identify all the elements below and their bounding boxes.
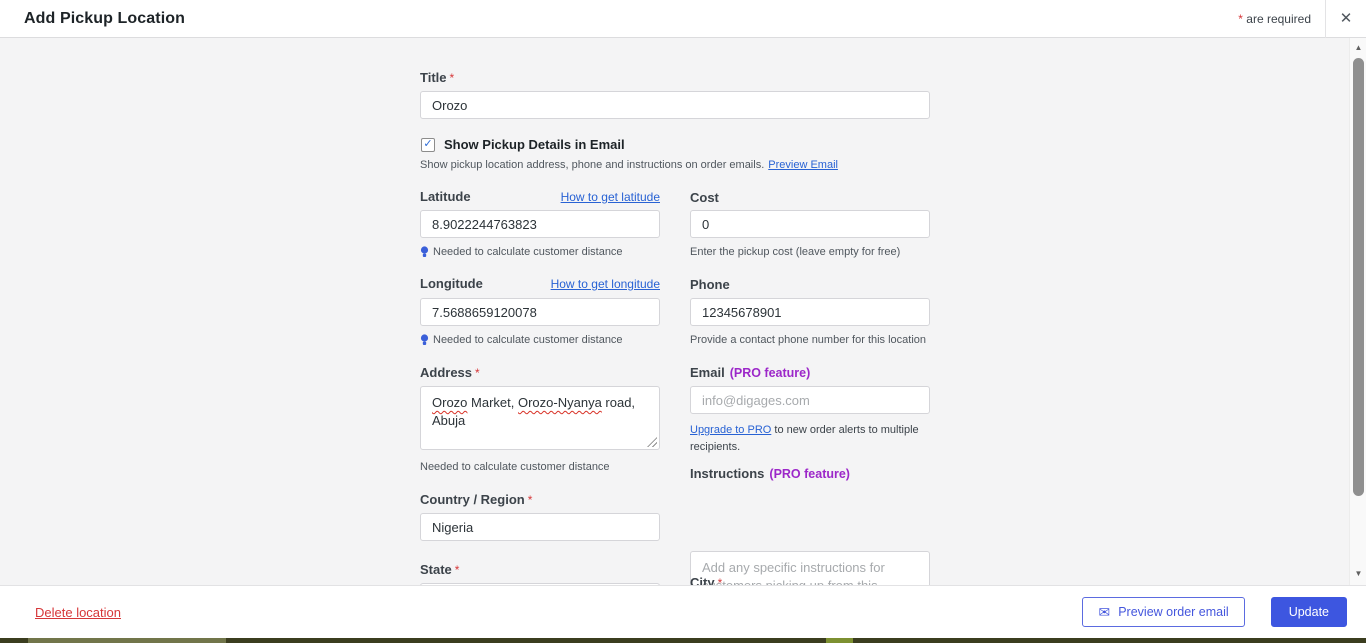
country-input[interactable] [420, 513, 660, 541]
preview-email-link[interactable]: Preview Email [768, 159, 838, 171]
show-details-checkbox[interactable]: ✓ [421, 137, 435, 152]
close-icon[interactable]: ✕ [1326, 0, 1366, 37]
resize-handle-icon[interactable] [647, 437, 657, 447]
cost-helper: Enter the pickup cost (leave empty for f… [690, 246, 901, 258]
country-label: Country / Region * [420, 492, 533, 507]
address-label: Address * [420, 365, 480, 380]
city-label: City * [690, 574, 722, 585]
form-scroll-area: Title* ✓ Show Pickup Details in Email Sh… [0, 38, 1366, 585]
longitude-helper: Needed to calculate customer distance [433, 334, 623, 346]
address-textarea[interactable]: Orozo Market, Orozo-Nyanya road, Abuja [420, 386, 660, 450]
lightbulb-icon [420, 334, 429, 345]
delete-location-link[interactable]: Delete location [35, 605, 121, 620]
instructions-label: Instructions (PRO feature) [690, 466, 850, 481]
phone-helper: Provide a contact phone number for this … [690, 334, 927, 346]
how-to-get-latitude-link[interactable]: How to get latitude [561, 190, 660, 204]
city-required-asterisk: * [717, 576, 723, 585]
state-required-asterisk: * [454, 563, 460, 577]
page-title: Add Pickup Location [24, 9, 186, 27]
country-required-asterisk: * [527, 493, 533, 507]
phone-input[interactable] [690, 298, 930, 326]
preview-order-email-label: Preview order email [1118, 605, 1229, 619]
cost-label: Cost [690, 190, 719, 205]
required-note-text: are required [1242, 11, 1311, 26]
upgrade-note: Upgrade to PRO to new order alerts to mu… [690, 424, 919, 453]
title-required-asterisk: * [449, 71, 455, 85]
lightbulb-icon [420, 246, 429, 257]
longitude-label: Longitude [420, 276, 483, 291]
modal-header: Add Pickup Location * are required ✕ [0, 0, 1366, 38]
update-button[interactable]: Update [1270, 597, 1347, 627]
state-label: State * [420, 562, 460, 577]
email-input[interactable] [690, 386, 930, 414]
scrollbar-thumb[interactable] [1353, 58, 1364, 496]
show-details-label[interactable]: Show Pickup Details in Email [444, 137, 625, 152]
instructions-pro-badge: (PRO feature) [769, 467, 850, 481]
address-required-asterisk: * [475, 366, 480, 380]
title-input[interactable] [420, 91, 930, 119]
email-pro-badge: (PRO feature) [729, 366, 811, 380]
latitude-label: Latitude [420, 189, 471, 204]
modal-footer: Delete location ✉ Preview order email Up… [0, 585, 1366, 638]
upgrade-to-pro-link[interactable]: Upgrade to PRO [690, 424, 771, 436]
address-helper: Needed to calculate customer distance [420, 461, 610, 473]
required-note: * are required [1238, 12, 1325, 26]
scroll-up-icon[interactable]: ▲ [1350, 43, 1366, 53]
longitude-input[interactable] [420, 298, 660, 326]
envelope-icon: ✉ [1098, 604, 1111, 620]
address-text: Orozo Market, Orozo-Nyanya road, Abuja [432, 395, 636, 429]
phone-label: Phone [690, 277, 730, 292]
preview-order-email-button[interactable]: ✉ Preview order email [1082, 597, 1245, 627]
email-label: Email (PRO feature) [690, 365, 811, 380]
latitude-helper: Needed to calculate customer distance [433, 246, 623, 258]
bottom-strip-segment [826, 638, 853, 643]
instructions-placeholder: Add any specific instructions for custom… [702, 560, 885, 585]
add-pickup-location-modal: Add Pickup Location * are required ✕ Tit… [0, 0, 1366, 643]
vertical-scrollbar[interactable]: ▲ ▼ [1349, 38, 1366, 585]
scroll-down-icon[interactable]: ▼ [1350, 569, 1366, 579]
page-bottom-strip [0, 638, 1366, 643]
how-to-get-longitude-link[interactable]: How to get longitude [551, 277, 660, 291]
title-label: Title * [420, 70, 455, 85]
bottom-strip-segment [28, 638, 226, 643]
cost-input[interactable] [690, 210, 930, 238]
instructions-textarea[interactable]: Add any specific instructions for custom… [690, 551, 930, 585]
latitude-input[interactable] [420, 210, 660, 238]
show-details-helper: Show pickup location address, phone and … [420, 159, 765, 171]
